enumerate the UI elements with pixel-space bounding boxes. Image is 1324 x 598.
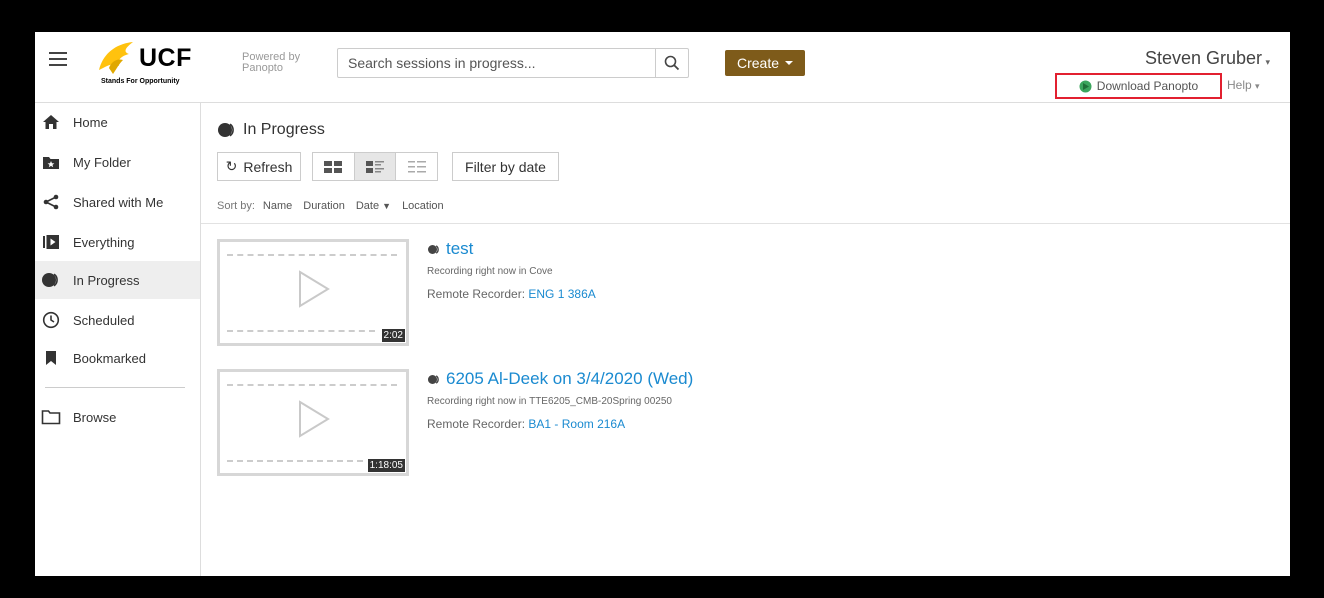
sidebar-item-browse[interactable]: Browse xyxy=(35,398,200,436)
download-panopto-link[interactable]: Download Panopto xyxy=(1055,73,1222,99)
sidebar-item-label: Shared with Me xyxy=(73,194,164,210)
sidebar-item-everything[interactable]: Everything xyxy=(35,223,200,261)
session-recorder: Remote Recorder: ENG 1 386A xyxy=(427,287,596,301)
user-menu[interactable]: Steven Gruber xyxy=(1145,48,1262,69)
content-divider xyxy=(201,223,1290,224)
refresh-button[interactable]: ↻ Refresh xyxy=(217,152,301,181)
in-progress-icon xyxy=(41,272,61,288)
session-thumbnail[interactable]: 1:18:05 xyxy=(217,369,409,476)
view-mode-toggle xyxy=(312,152,438,181)
session-status: Recording right now in Cove xyxy=(427,266,553,277)
sidebar-item-label: Everything xyxy=(73,234,135,250)
create-label: Create xyxy=(736,55,780,71)
sort-by-location[interactable]: Location xyxy=(402,200,444,212)
clock-icon xyxy=(41,311,61,329)
search-button[interactable] xyxy=(655,49,688,77)
session-title-link[interactable]: 6205 Al-Deek on 3/4/2020 (Wed) xyxy=(427,369,693,389)
in-progress-icon xyxy=(218,123,234,137)
help-label: Help xyxy=(1227,78,1252,92)
search-input[interactable] xyxy=(348,54,638,72)
sort-date-label: Date xyxy=(355,200,380,212)
sort-by-date[interactable]: Date ▼ xyxy=(356,200,391,212)
session-title-link[interactable]: test xyxy=(427,239,473,259)
sidebar-divider xyxy=(45,387,185,388)
top-header: UCF Stands For Opportunity Powered by Pa… xyxy=(35,32,1290,103)
download-label: Download Panopto xyxy=(1096,79,1199,93)
sidebar-item-scheduled[interactable]: Scheduled xyxy=(35,301,200,339)
help-caret-icon: ▾ xyxy=(1255,81,1260,91)
sidebar-item-label: Bookmarked xyxy=(73,350,146,366)
sort-bar: Sort by: Name Duration Date ▼ Location xyxy=(217,200,444,212)
recorder-label: Remote Recorder: xyxy=(427,417,526,431)
logo-tagline: Stands For Opportunity xyxy=(101,78,180,85)
sort-by-duration[interactable]: Duration xyxy=(303,200,345,212)
sidebar: Home My Folder Shared with Me Everything… xyxy=(35,103,201,576)
duration-badge: 2:02 xyxy=(381,329,405,342)
film-dash-bottom xyxy=(227,330,375,332)
pegasus-icon xyxy=(99,42,133,74)
play-icon xyxy=(299,270,330,308)
help-menu[interactable]: Help ▾ xyxy=(1227,78,1260,92)
detail-view-icon xyxy=(366,160,384,173)
recording-icon xyxy=(428,244,439,254)
app-window: UCF Stands For Opportunity Powered by Pa… xyxy=(35,32,1290,576)
search-bar xyxy=(337,48,689,78)
main-content: In Progress ↻ Refresh Filter by date Sor… xyxy=(201,103,1290,576)
sidebar-item-label: Browse xyxy=(73,409,117,425)
session-item: 1:18:05 6205 Al-Deek on 3/4/2020 (Wed) R… xyxy=(217,369,1217,484)
film-dash-top xyxy=(227,384,397,386)
session-title: test xyxy=(446,239,474,258)
list-view-icon xyxy=(407,160,426,172)
home-icon xyxy=(41,114,61,130)
page-title-text: In Progress xyxy=(243,121,325,138)
user-caret-icon: ▾ xyxy=(1265,57,1270,67)
filter-by-date-button[interactable]: Filter by date xyxy=(452,152,559,181)
recorder-link[interactable]: ENG 1 386A xyxy=(528,287,595,301)
grid-view-icon xyxy=(324,160,343,173)
recorder-label: Remote Recorder: xyxy=(427,287,526,301)
detail-view-button[interactable] xyxy=(353,153,396,180)
grid-view-button[interactable] xyxy=(313,153,354,180)
sidebar-item-my-folder[interactable]: My Folder xyxy=(35,143,200,181)
session-item: 2:02 test Recording right now in Cove Re… xyxy=(217,239,1217,354)
session-status: Recording right now in TTE6205_CMB-20Spr… xyxy=(427,396,672,407)
powered-by-panopto: Powered by Panopto xyxy=(242,51,301,74)
film-dash-bottom xyxy=(227,460,363,462)
create-button[interactable]: Create xyxy=(725,50,805,76)
play-icon xyxy=(299,400,330,438)
logo-text: UCF xyxy=(139,44,192,72)
ucf-logo[interactable]: UCF Stands For Opportunity xyxy=(95,40,200,92)
sidebar-item-label: Scheduled xyxy=(73,312,135,328)
sidebar-item-label: In Progress xyxy=(73,272,140,288)
duration-badge: 1:18:05 xyxy=(367,459,405,472)
recording-icon xyxy=(428,374,439,384)
page-title: In Progress xyxy=(217,121,325,139)
folder-outline-icon xyxy=(41,409,61,425)
everything-icon xyxy=(41,234,61,250)
recorder-link[interactable]: BA1 - Room 216A xyxy=(528,417,625,431)
hamburger-menu-icon[interactable] xyxy=(49,52,67,66)
sort-label: Sort by: xyxy=(217,200,255,212)
sort-desc-icon: ▼ xyxy=(382,201,392,211)
refresh-icon: ↻ xyxy=(225,158,238,174)
panopto-icon xyxy=(1079,80,1092,92)
session-recorder: Remote Recorder: BA1 - Room 216A xyxy=(427,417,625,431)
sidebar-item-bookmarked[interactable]: Bookmarked xyxy=(35,339,200,377)
list-view-button[interactable] xyxy=(395,153,437,180)
session-thumbnail[interactable]: 2:02 xyxy=(217,239,409,346)
bookmark-icon xyxy=(41,350,61,366)
sidebar-item-in-progress[interactable]: In Progress xyxy=(35,261,200,299)
sidebar-item-shared[interactable]: Shared with Me xyxy=(35,183,200,221)
sidebar-item-label: Home xyxy=(73,114,108,130)
refresh-label: Refresh xyxy=(243,158,293,175)
sidebar-item-label: My Folder xyxy=(73,154,131,170)
film-dash-top xyxy=(227,254,397,256)
session-title: 6205 Al-Deek on 3/4/2020 (Wed) xyxy=(446,369,694,388)
sort-by-name[interactable]: Name xyxy=(263,200,292,212)
folder-star-icon xyxy=(41,155,61,170)
search-icon xyxy=(664,55,680,71)
caret-down-icon xyxy=(785,61,794,65)
sidebar-item-home[interactable]: Home xyxy=(35,103,200,141)
share-icon xyxy=(41,194,61,210)
